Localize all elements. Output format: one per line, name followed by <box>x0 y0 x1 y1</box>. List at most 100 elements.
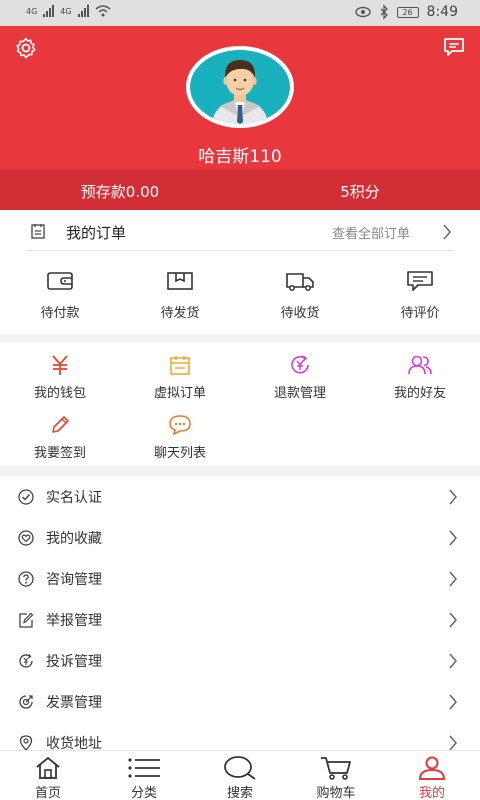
comment-icon <box>407 271 433 291</box>
menu-item-label: 收货地址 <box>46 736 102 750</box>
chevron-right-icon <box>449 530 457 546</box>
order-pending-receipt[interactable]: 待收货 <box>240 266 360 326</box>
username: 哈吉斯110 <box>198 147 282 167</box>
pencil-icon <box>52 416 69 433</box>
menu-item-label: 投诉管理 <box>46 654 102 670</box>
avatar-person-icon <box>212 60 268 124</box>
points-balance[interactable]: 5积分 <box>240 181 480 202</box>
tool-label: 退款管理 <box>273 386 326 401</box>
tool-wallet[interactable]: 我的钱包 <box>0 348 120 404</box>
signal-icon <box>77 5 89 17</box>
refund-icon <box>291 355 309 374</box>
question-circle-icon <box>18 571 34 587</box>
tool-chat-list[interactable]: 聊天列表 <box>120 408 240 464</box>
tab-label: 购物车 <box>316 786 356 800</box>
tool-label: 虚拟订单 <box>153 386 206 401</box>
orders-title: 我的订单 <box>66 224 127 242</box>
tab-label: 搜索 <box>226 786 253 800</box>
tool-refund[interactable]: 退款管理 <box>240 348 360 404</box>
orders-header[interactable]: 我的订单 查看全部订单 <box>26 210 454 251</box>
order-pending-review[interactable]: 待评价 <box>360 266 480 326</box>
order-pending-shipment[interactable]: 待发货 <box>120 266 240 326</box>
tools-grid: 我的钱包 虚拟订单 退款管理 我的好友 我要签到 聊天列表 <box>0 342 480 466</box>
balance-bar: 预存款0.00 5积分 <box>0 170 480 210</box>
network-label: 4G <box>26 6 38 16</box>
order-item-label: 待评价 <box>400 306 440 321</box>
tab-search[interactable]: 搜索 <box>192 751 288 800</box>
chevron-right-icon[interactable] <box>442 224 452 240</box>
signal-icon <box>43 5 55 17</box>
bluetooth-icon <box>380 5 388 19</box>
menu-item-consultation[interactable]: 咨询管理 <box>0 558 480 599</box>
menu-item-complaints[interactable]: 投诉管理 <box>0 640 480 681</box>
chevron-right-icon <box>449 571 457 587</box>
menu-item-address[interactable]: 收货地址 <box>0 722 480 750</box>
tool-friends[interactable]: 我的好友 <box>360 348 480 404</box>
menu-item-invoices[interactable]: 发票管理 <box>0 681 480 722</box>
tool-check-in[interactable]: 我要签到 <box>0 408 120 464</box>
menu-item-label: 实名认证 <box>46 490 102 506</box>
prepaid-balance[interactable]: 预存款0.00 <box>0 181 240 202</box>
truck-icon <box>286 273 314 291</box>
heart-circle-icon <box>18 530 34 546</box>
clock: 8:49 <box>426 4 458 20</box>
order-item-label: 待发货 <box>160 306 200 321</box>
app-root: 4G 4G 26 8:49 哈吉斯110 预存款0.00 5积分 我的订单 查看… <box>0 0 480 800</box>
tab-categories[interactable]: 分类 <box>96 751 192 800</box>
menu-item-reports[interactable]: 举报管理 <box>0 599 480 640</box>
location-icon <box>19 735 33 750</box>
menu-item-label: 我的收藏 <box>46 531 102 547</box>
menu-item-label: 发票管理 <box>46 695 102 711</box>
invoice-icon <box>19 695 33 709</box>
order-item-label: 待收货 <box>280 306 320 321</box>
tab-label: 我的 <box>418 786 445 800</box>
tool-virtual-orders[interactable]: 虚拟订单 <box>120 348 240 404</box>
tool-label: 我要签到 <box>33 446 86 461</box>
chevron-right-icon <box>449 653 457 669</box>
tab-label: 分类 <box>130 786 157 800</box>
order-list-icon <box>31 224 45 239</box>
bottom-tab-bar: 首页 分类 搜索 购物车 我的 <box>0 750 480 800</box>
yuan-icon <box>52 355 68 375</box>
order-pending-payment[interactable]: 待付款 <box>0 266 120 326</box>
wallet-icon <box>47 272 73 290</box>
network-label: 4G <box>60 6 72 16</box>
tool-label: 我的钱包 <box>33 386 86 401</box>
cart-icon <box>321 757 351 780</box>
chevron-right-icon <box>449 489 457 505</box>
menu-item-real-name[interactable]: 实名认证 <box>0 476 480 517</box>
edit-icon <box>19 612 34 628</box>
check-circle-icon <box>18 489 34 505</box>
tool-label: 我的好友 <box>393 386 446 401</box>
tab-cart[interactable]: 购物车 <box>288 751 384 800</box>
gear-icon[interactable] <box>14 36 38 60</box>
tab-label: 首页 <box>34 786 61 800</box>
tab-home[interactable]: 首页 <box>0 751 96 800</box>
list-icon <box>128 758 160 778</box>
yuan-circle-icon <box>19 654 33 668</box>
battery-icon: 26 <box>396 6 419 18</box>
wifi-icon <box>95 5 111 17</box>
home-icon <box>36 756 60 779</box>
view-all-orders-link[interactable]: 查看全部订单 <box>332 223 410 242</box>
menu-list: 实名认证 我的收藏 咨询管理 举报管理 投诉管理 发票管理 收货地址 <box>0 476 480 750</box>
message-icon[interactable] <box>442 36 466 58</box>
chevron-right-icon <box>449 735 457 750</box>
profile-header: 哈吉斯110 <box>0 26 480 170</box>
status-bar: 4G 4G 26 8:49 <box>0 0 480 26</box>
eye-icon <box>354 6 371 18</box>
search-icon <box>224 756 256 780</box>
menu-item-label: 举报管理 <box>46 613 102 629</box>
chevron-right-icon <box>449 612 457 628</box>
chat-bubble-icon <box>169 415 191 436</box>
menu-item-label: 咨询管理 <box>46 572 102 588</box>
order-item-label: 待付款 <box>40 306 80 321</box>
package-icon <box>167 272 193 290</box>
user-icon <box>418 756 446 780</box>
menu-item-favorites[interactable]: 我的收藏 <box>0 517 480 558</box>
friends-icon <box>408 355 432 375</box>
orders-card: 我的订单 查看全部订单 待付款 待发货 待收货 待评价 <box>0 210 480 334</box>
avatar[interactable] <box>190 50 290 124</box>
calendar-icon <box>170 356 190 375</box>
tab-mine[interactable]: 我的 <box>384 751 480 800</box>
